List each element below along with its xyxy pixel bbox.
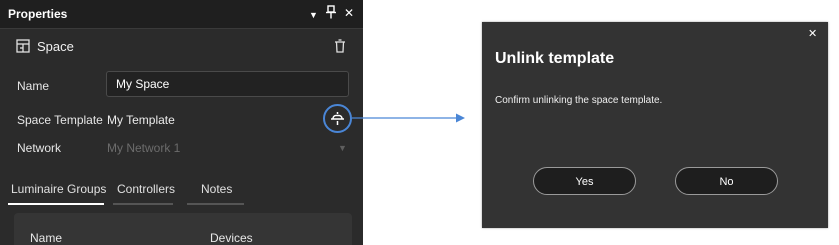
dialog-title: Unlink template xyxy=(495,50,615,67)
yes-button[interactable]: Yes xyxy=(533,167,636,195)
dialog-message: Confirm unlinking the space template. xyxy=(495,95,663,106)
no-button[interactable]: No xyxy=(675,167,778,195)
dialog-close-icon[interactable]: ✕ xyxy=(808,27,817,40)
unlink-template-dialog: ✕ Unlink template Confirm unlinking the … xyxy=(482,22,828,228)
